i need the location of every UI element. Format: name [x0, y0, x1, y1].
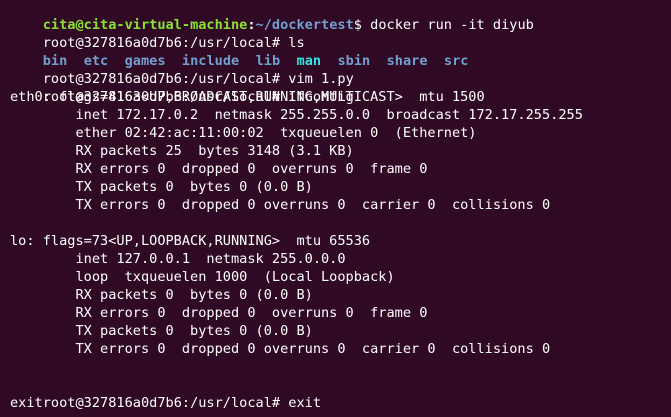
eth0-header: eth0: flags=4163<UP,BROADCAST,RUNNING,MU…: [10, 89, 485, 105]
ls-output-line: bin etc games include lib man sbin share…: [10, 34, 469, 69]
lo-tx-packets: TX packets 0 bytes 0 (0.0 B): [10, 323, 313, 339]
container-prompt: root@327816a0d7b6:/usr/local#: [42, 395, 281, 411]
eth0-ether: ether 02:42:ac:11:00:02 txqueuelen 0 (Et…: [10, 125, 477, 141]
exit-command: exit: [280, 395, 322, 411]
dir-share: share: [386, 53, 428, 69]
lo-inet: inet 127.0.0.1 netmask 255.0.0.0: [10, 251, 346, 267]
lo-loop: loop txqueuelen 1000 (Local Loopback): [10, 269, 395, 285]
lo-rx-packets: RX packets 0 bytes 0 (0.0 B): [10, 287, 313, 303]
dir-src: src: [443, 53, 469, 69]
lo-header: lo: flags=73<UP,LOOPBACK,RUNNING> mtu 65…: [10, 233, 371, 249]
vim-command-line: root@327816a0d7b6:/usr/local# vim 1.py: [10, 52, 354, 87]
docker-run-command: docker run -it diyub: [361, 17, 534, 33]
eth0-tx-errors: TX errors 0 dropped 0 overruns 0 carrier…: [10, 197, 551, 213]
ls-command-line: root@327816a0d7b6:/usr/local# ls: [10, 16, 305, 51]
host-prompt-line: cita@cita-virtual-machine:~/dockertest$ …: [10, 0, 534, 33]
ifconfig-command-line: root@327816a0d7b6:/usr/local# ifconfig: [10, 70, 354, 105]
eth0-rx-errors: RX errors 0 dropped 0 overruns 0 frame 0: [10, 161, 428, 177]
eth0-tx-packets: TX packets 0 bytes 0 (0.0 B): [10, 179, 313, 195]
terminal-window[interactable]: cita@cita-virtual-machine:~/dockertest$ …: [0, 0, 671, 417]
lo-rx-errors: RX errors 0 dropped 0 overruns 0 frame 0: [10, 305, 428, 321]
prompt-symbol: $: [353, 17, 362, 33]
lo-tx-errors: TX errors 0 dropped 0 overruns 0 carrier…: [10, 341, 551, 357]
exit-output: exit: [10, 395, 43, 411]
eth0-rx-packets: RX packets 25 bytes 3148 (3.1 KB): [10, 143, 354, 159]
eth0-inet: inet 172.17.0.2 netmask 255.255.0.0 broa…: [10, 107, 583, 123]
exit-command-line: root@327816a0d7b6:/usr/local# exit: [10, 376, 321, 411]
